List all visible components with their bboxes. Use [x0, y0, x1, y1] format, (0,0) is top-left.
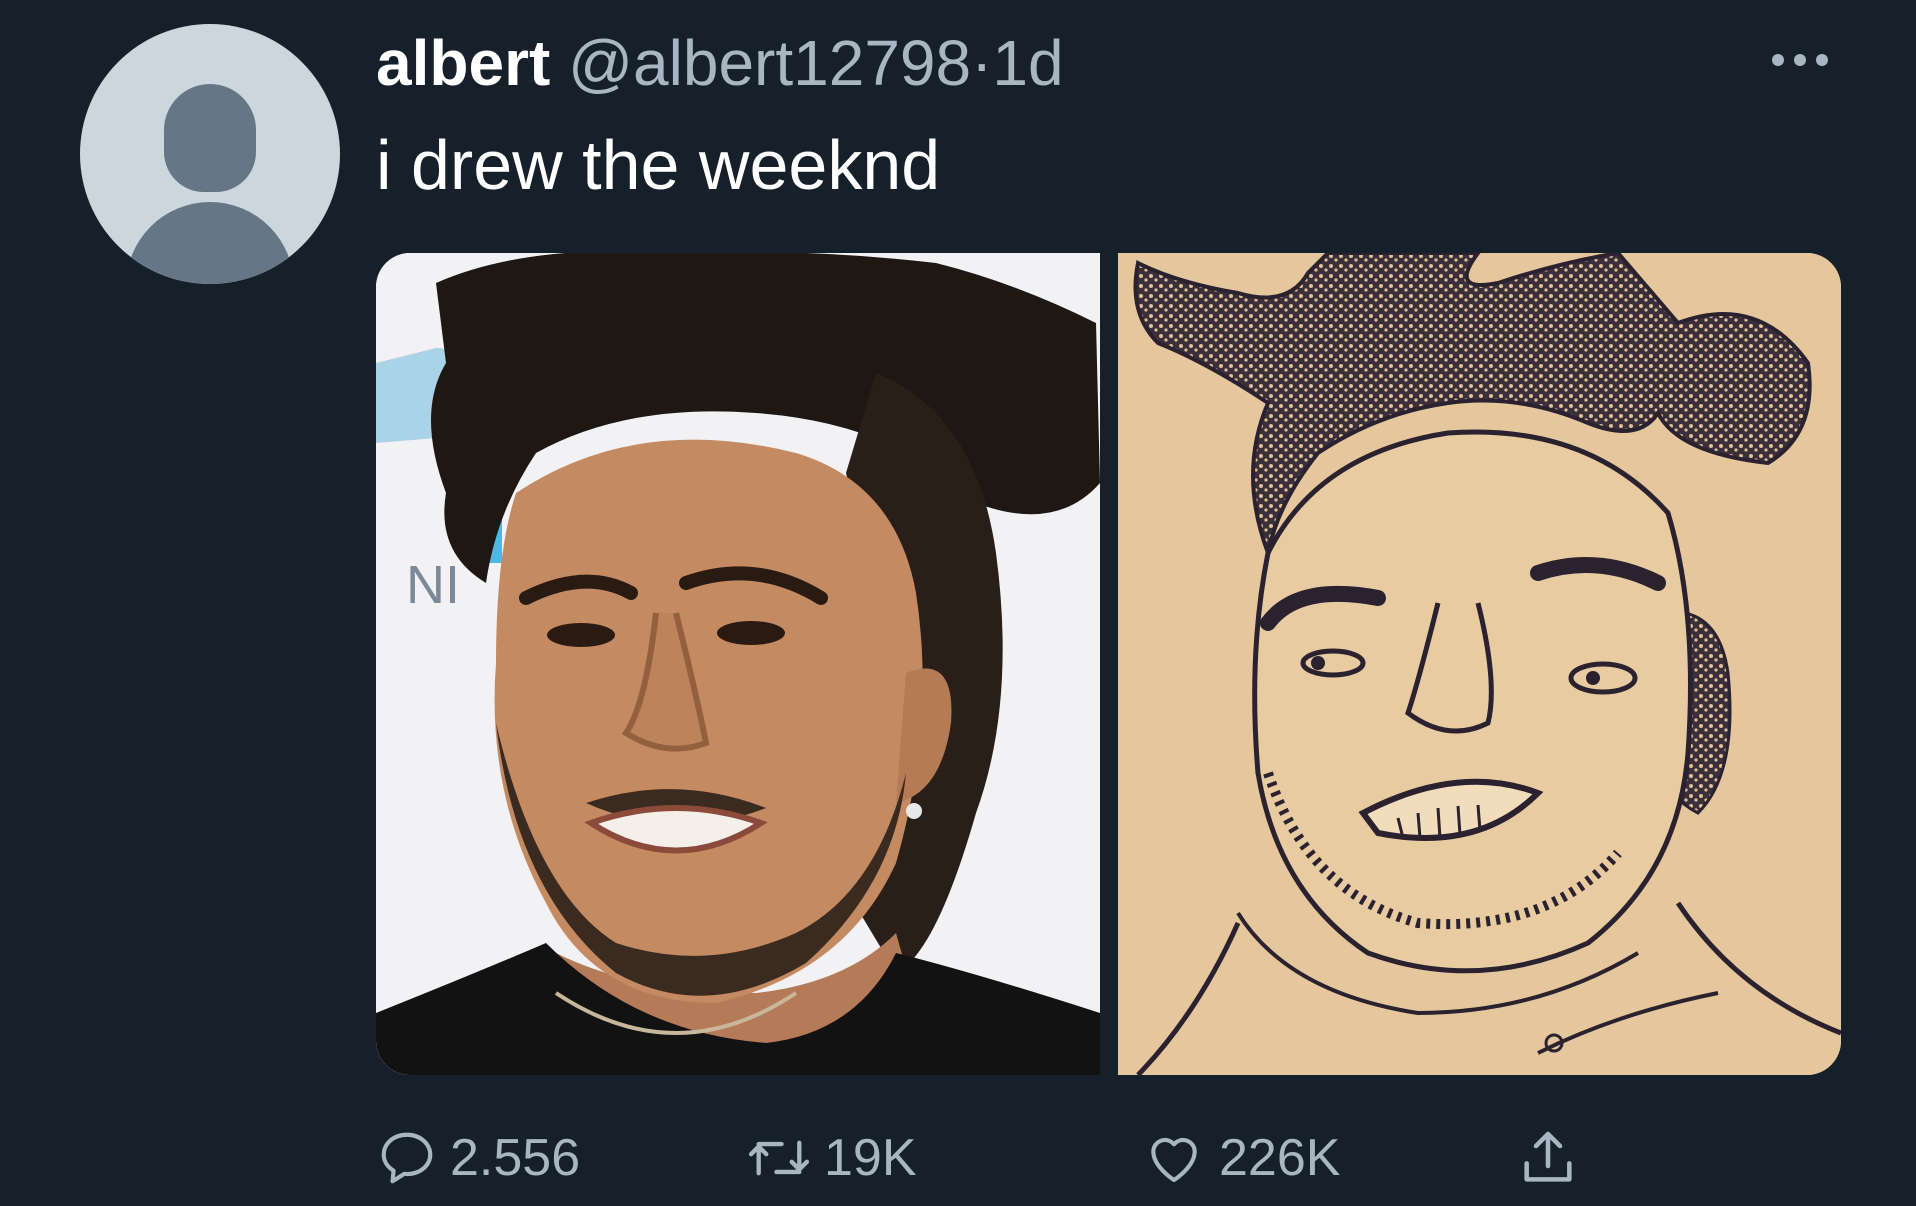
media-drawing[interactable] — [1118, 253, 1841, 1075]
drawing-image — [1118, 253, 1841, 1075]
like-icon — [1151, 1137, 1197, 1183]
share-icon — [1524, 1131, 1572, 1182]
tweet-header: albert @albert12798·1d — [376, 26, 1064, 100]
default-avatar-body — [126, 202, 294, 284]
reply-icon — [381, 1132, 433, 1184]
tweet-text: i drew the weeknd — [376, 126, 941, 204]
tweet-timestamp[interactable]: 1d — [992, 27, 1063, 99]
media-photo[interactable]: NI — [376, 253, 1100, 1075]
retweet-button[interactable]: 19K — [746, 1122, 917, 1194]
author-name[interactable]: albert — [376, 27, 550, 99]
author-handle[interactable]: @albert12798 — [568, 27, 971, 99]
photo-image: NI — [376, 253, 1100, 1075]
default-avatar-icon — [164, 84, 256, 192]
like-count: 226K — [1219, 1129, 1341, 1187]
header-separator: · — [971, 27, 993, 99]
retweet-count: 19K — [824, 1129, 917, 1187]
avatar[interactable] — [80, 24, 340, 284]
retweet-icon — [748, 1140, 810, 1176]
reply-button[interactable]: 2.556 — [376, 1122, 580, 1194]
like-button[interactable]: 226K — [1141, 1122, 1340, 1194]
sign-text: NI — [406, 555, 460, 615]
more-icon[interactable] — [1760, 40, 1840, 80]
share-button[interactable] — [1516, 1122, 1580, 1194]
tweet-media: NI — [376, 253, 1841, 1075]
tweet-actions: 2.556 19K 226K — [376, 1122, 1676, 1194]
reply-count: 2.556 — [450, 1129, 581, 1187]
